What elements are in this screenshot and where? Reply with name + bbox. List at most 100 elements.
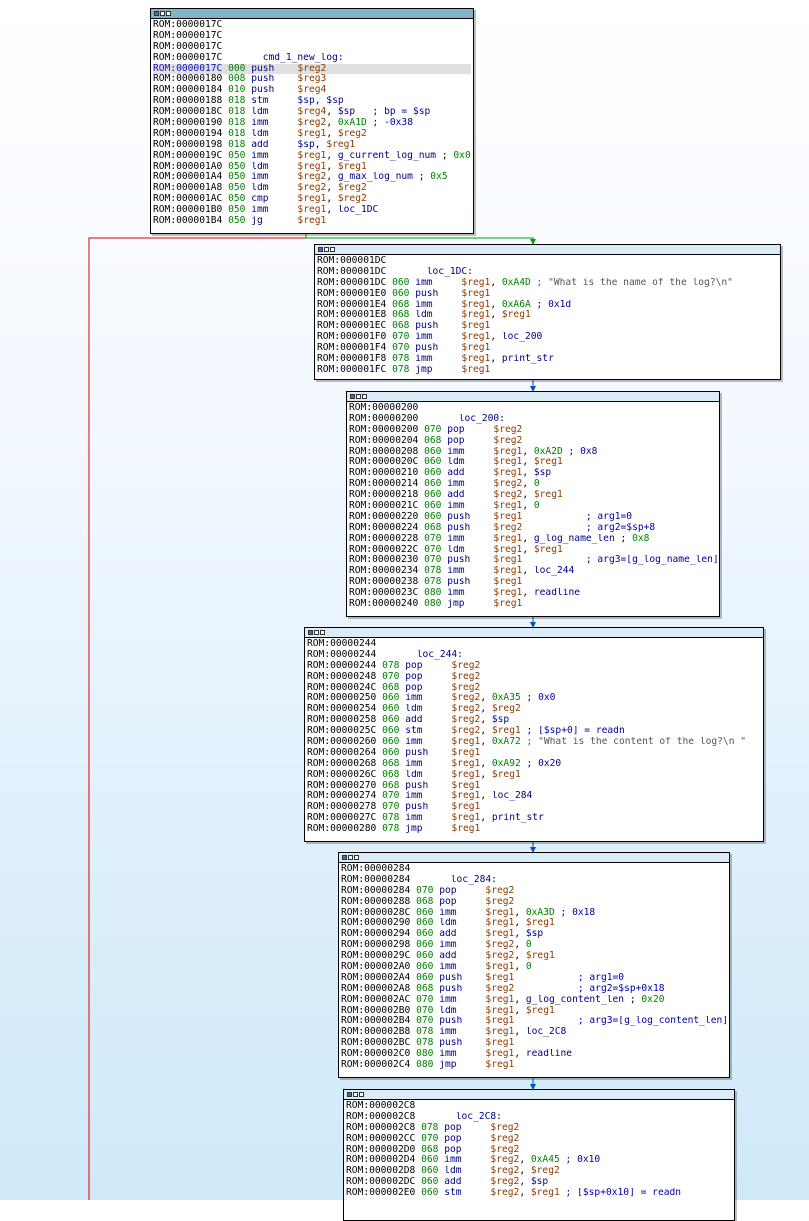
block-title-bar[interactable] — [347, 392, 719, 402]
mnemonic[interactable]: add — [439, 951, 485, 961]
operand[interactable]: ; — [615, 534, 632, 544]
address[interactable]: ROM:000002CC — [346, 1134, 415, 1144]
operand[interactable]: $reg2 — [451, 704, 480, 714]
address[interactable]: ROM:00000200 — [349, 403, 418, 413]
mnemonic[interactable]: ldm — [447, 545, 493, 555]
operand[interactable]: $sp — [534, 468, 551, 478]
comment[interactable]: ; 0x0 — [527, 693, 556, 703]
code-line[interactable]: ROM:000001F4 070 push $reg1 — [317, 343, 778, 354]
code-line[interactable]: ROM:00000250 060 imm $reg2, 0xA35 ; 0x0 — [307, 693, 761, 704]
comment[interactable]: ; 0x1d — [537, 300, 572, 310]
address[interactable]: ROM:0000017C — [153, 64, 222, 74]
stack-offset[interactable]: 018 — [228, 140, 245, 150]
operand[interactable]: $reg2 — [531, 1166, 560, 1176]
code-line[interactable]: ROM:000002A4 060 push $reg1 ; arg1=0 — [341, 973, 727, 984]
operand[interactable]: loc_284 — [492, 791, 532, 801]
operand[interactable]: 0 — [534, 479, 540, 489]
operand[interactable]: $reg2 — [451, 715, 480, 725]
address[interactable]: ROM:00000260 — [307, 737, 376, 747]
mnemonic[interactable]: jmp — [439, 1060, 485, 1070]
operand[interactable]: $reg1 — [451, 759, 480, 769]
operand[interactable]: $reg2 — [490, 1166, 519, 1176]
address[interactable]: ROM:000001A4 — [153, 172, 222, 182]
address[interactable]: ROM:000001A8 — [153, 183, 222, 193]
mnemonic[interactable]: imm — [415, 354, 461, 364]
address[interactable]: ROM:0000020C — [349, 457, 418, 467]
block-group-icon[interactable] — [330, 247, 335, 252]
address[interactable]: ROM:000002B0 — [341, 1006, 410, 1016]
comment[interactable]: ; "What is the content of the log?\n " — [527, 737, 747, 747]
stack-offset[interactable]: 060 — [424, 512, 441, 522]
address[interactable]: ROM:00000238 — [349, 577, 418, 587]
stack-offset[interactable]: 070 — [424, 425, 441, 435]
operand[interactable]: readline — [526, 1049, 572, 1059]
stack-offset[interactable]: 070 — [416, 995, 433, 1005]
operand[interactable]: 0xA3D — [526, 908, 555, 918]
mnemonic[interactable]: imm — [405, 759, 451, 769]
mnemonic[interactable]: ldm — [415, 310, 461, 320]
operand[interactable]: $reg1 — [451, 737, 480, 747]
mnemonic[interactable]: imm — [439, 962, 485, 972]
operand[interactable]: , — [522, 501, 534, 511]
code-label[interactable]: loc_200: — [459, 414, 505, 424]
code-line[interactable]: ROM:00000284 070 pop $reg2 — [341, 886, 727, 897]
code-line[interactable]: ROM:00000270 068 push $reg1 — [307, 781, 761, 792]
stack-offset[interactable]: 018 — [228, 96, 245, 106]
mnemonic[interactable]: ldm — [405, 704, 451, 714]
address[interactable]: ROM:00000198 — [153, 140, 222, 150]
address[interactable]: ROM:000001E0 — [317, 289, 386, 299]
operand[interactable]: $reg2 — [492, 704, 521, 714]
operand[interactable]: $reg2 — [485, 886, 514, 896]
address[interactable]: ROM:00000284 — [341, 864, 410, 874]
operand[interactable]: $reg1 — [493, 447, 522, 457]
address[interactable]: ROM:000001DC — [317, 256, 386, 266]
comment[interactable]: ; arg1=0 — [578, 973, 624, 983]
operand[interactable]: $reg2 — [451, 683, 480, 693]
stack-offset[interactable]: 060 — [416, 973, 433, 983]
operand[interactable]: $reg1 — [297, 205, 326, 215]
code-block-loc-200[interactable]: ROM:00000200 ROM:00000200 loc_200: ROM:000… — [346, 391, 720, 617]
mnemonic[interactable]: imm — [447, 534, 493, 544]
code-line[interactable]: ROM:00000278 070 push $reg1 — [307, 802, 761, 813]
operand[interactable]: $reg2 — [493, 479, 522, 489]
comment[interactable]: ; [$sp+0x10] = readn — [566, 1188, 682, 1198]
address[interactable]: ROM:00000248 — [307, 672, 376, 682]
address[interactable]: ROM:000001F0 — [317, 332, 386, 342]
stack-offset[interactable]: 050 — [228, 216, 245, 226]
operand[interactable]: loc_200 — [502, 332, 542, 342]
address[interactable]: ROM:00000240 — [349, 599, 418, 609]
operand[interactable]: $reg1 — [493, 534, 522, 544]
operand[interactable]: $reg1 — [485, 973, 514, 983]
address[interactable]: ROM:00000218 — [349, 490, 418, 500]
operand[interactable]: $reg1 — [485, 995, 514, 1005]
operand[interactable]: , — [514, 908, 526, 918]
mnemonic[interactable]: ldm — [251, 183, 297, 193]
operand[interactable]: 0xA92 — [492, 759, 521, 769]
stack-offset[interactable]: 060 — [424, 479, 441, 489]
code-block-loc-2c8[interactable]: ROM:000002C8 ROM:000002C8 loc_2C8: ROM:000… — [343, 1089, 735, 1221]
code-line[interactable]: ROM:00000180 008 push $reg3 — [153, 74, 471, 85]
operand[interactable]: $reg1 — [526, 1006, 555, 1016]
code-line[interactable]: ROM:0000017C — [153, 42, 471, 53]
mnemonic[interactable]: imm — [439, 940, 485, 950]
code-label-line[interactable]: ROM:00000244 loc_244: — [307, 650, 761, 661]
code-line[interactable]: ROM:00000230 070 push $reg1 ; arg3=[g_lo… — [349, 555, 717, 566]
stack-offset[interactable]: 050 — [228, 172, 245, 182]
operand[interactable]: , — [522, 457, 534, 467]
stack-offset[interactable]: 060 — [424, 490, 441, 500]
operand[interactable]: , — [480, 813, 492, 823]
operand[interactable]: $reg1 — [485, 1060, 514, 1070]
mnemonic[interactable]: add — [439, 929, 485, 939]
code-line[interactable]: ROM:00000268 068 imm $reg1, 0xA92 ; 0x20 — [307, 759, 761, 770]
stack-offset[interactable]: 060 — [421, 1166, 438, 1176]
block-title-bar[interactable] — [151, 9, 473, 19]
stack-offset[interactable]: 060 — [424, 468, 441, 478]
operand[interactable]: , — [480, 693, 492, 703]
code-line[interactable]: ROM:000001A0 050 ldm $reg1, $reg1 — [153, 162, 471, 173]
code-line[interactable]: ROM:0000017C — [153, 20, 471, 31]
code-line[interactable]: ROM:0000029C 060 add $reg2, $reg1 — [341, 951, 727, 962]
operand[interactable]: $reg1 — [534, 457, 563, 467]
operand[interactable]: $reg2 — [493, 436, 522, 446]
code-line[interactable]: ROM:00000210 060 add $reg1, $sp — [349, 468, 717, 479]
operand[interactable]: , — [519, 1155, 531, 1165]
